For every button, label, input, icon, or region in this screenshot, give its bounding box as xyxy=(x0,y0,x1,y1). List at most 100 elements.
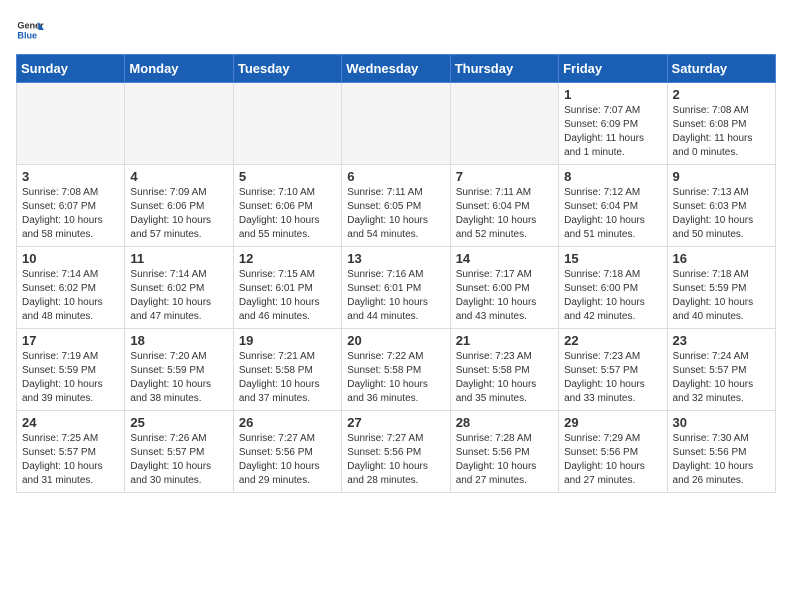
calendar-cell: 15 Sunrise: 7:18 AM Sunset: 6:00 PM Dayli… xyxy=(559,247,667,329)
day-info: Sunrise: 7:23 AM Sunset: 5:58 PM Dayligh… xyxy=(456,350,553,406)
day-number: 26 xyxy=(239,415,336,430)
logo: General Blue xyxy=(16,16,44,44)
day-number: 17 xyxy=(22,333,119,348)
day-info: Sunrise: 7:13 AM Sunset: 6:03 PM Dayligh… xyxy=(673,186,770,242)
day-info: Sunrise: 7:11 AM Sunset: 6:05 PM Dayligh… xyxy=(347,186,444,242)
day-number: 28 xyxy=(456,415,553,430)
day-info: Sunrise: 7:30 AM Sunset: 5:56 PM Dayligh… xyxy=(673,432,770,488)
day-number: 13 xyxy=(347,251,444,266)
weekday-header-row: SundayMondayTuesdayWednesdayThursdayFrid… xyxy=(17,55,776,83)
day-number: 6 xyxy=(347,169,444,184)
weekday-header: Thursday xyxy=(450,55,558,83)
weekday-header: Sunday xyxy=(17,55,125,83)
day-info: Sunrise: 7:18 AM Sunset: 6:00 PM Dayligh… xyxy=(564,268,661,324)
calendar-cell: 28Sunrise: 7:28 AM Sunset: 5:56 PM Dayli… xyxy=(450,411,558,493)
calendar-cell: 10Sunrise: 7:14 AM Sunset: 6:02 PM Dayli… xyxy=(17,247,125,329)
day-info: Sunrise: 7:09 AM Sunset: 6:06 PM Dayligh… xyxy=(130,186,227,242)
calendar-cell: 6 Sunrise: 7:11 AM Sunset: 6:05 PM Daylig… xyxy=(342,165,450,247)
day-info: Sunrise: 7:19 AM Sunset: 5:59 PM Dayligh… xyxy=(22,350,119,406)
day-info: Sunrise: 7:26 AM Sunset: 5:57 PM Dayligh… xyxy=(130,432,227,488)
day-info: Sunrise: 7:22 AM Sunset: 5:58 PM Dayligh… xyxy=(347,350,444,406)
weekday-header: Saturday xyxy=(667,55,775,83)
day-number: 21 xyxy=(456,333,553,348)
calendar-cell: 29 Sunrise: 7:29 AM Sunset: 5:56 PM Dayli… xyxy=(559,411,667,493)
day-info: Sunrise: 7:16 AM Sunset: 6:01 PM Dayligh… xyxy=(347,268,444,324)
calendar-week-row: 10 Sunrise: 7:14 AM Sunset: 6:02 PM Dayli… xyxy=(17,247,776,329)
calendar-cell xyxy=(450,83,558,165)
calendar-cell: 24 Sunrise: 7:25 AM Sunset: 5:57 PM Dayli… xyxy=(17,411,125,493)
day-info: Sunrise: 7:14 AM Sunset: 6:02 PM Dayligh… xyxy=(130,268,227,324)
day-number: 3 xyxy=(22,169,119,184)
calendar-cell: 12Sunrise: 7:15 AM Sunset: 6:01 PM Dayli… xyxy=(233,247,341,329)
day-number: 12 xyxy=(239,251,336,266)
calendar-cell: 19 Sunrise: 7:21 AM Sunset: 5:58 PM Dayli… xyxy=(233,329,341,411)
calendar-cell: 16 Sunrise: 7:18 AM Sunset: 5:59 PM Dayli… xyxy=(667,247,775,329)
weekday-header: Tuesday xyxy=(233,55,341,83)
calendar-cell: 21 Sunrise: 7:23 AM Sunset: 5:58 PM Dayli… xyxy=(450,329,558,411)
day-number: 29 xyxy=(564,415,661,430)
calendar-cell: 22 Sunrise: 7:23 AM Sunset: 5:57 PM Dayli… xyxy=(559,329,667,411)
calendar-cell xyxy=(17,83,125,165)
calendar-cell: 26 Sunrise: 7:27 AM Sunset: 5:56 PM Dayli… xyxy=(233,411,341,493)
calendar-week-row: 17 Sunrise: 7:19 AM Sunset: 5:59 PM Dayli… xyxy=(17,329,776,411)
calendar-cell: 14 Sunrise: 7:17 AM Sunset: 6:00 PM Dayli… xyxy=(450,247,558,329)
day-info: Sunrise: 7:18 AM Sunset: 5:59 PM Dayligh… xyxy=(673,268,770,324)
calendar-week-row: 3 Sunrise: 7:08 AM Sunset: 6:07 PM Daylig… xyxy=(17,165,776,247)
day-info: Sunrise: 7:21 AM Sunset: 5:58 PM Dayligh… xyxy=(239,350,336,406)
day-number: 7 xyxy=(456,169,553,184)
header: General Blue xyxy=(16,16,776,44)
day-number: 11 xyxy=(130,251,227,266)
calendar: SundayMondayTuesdayWednesdayThursdayFrid… xyxy=(16,54,776,493)
day-info: Sunrise: 7:12 AM Sunset: 6:04 PM Dayligh… xyxy=(564,186,661,242)
calendar-cell: 30 Sunrise: 7:30 AM Sunset: 5:56 PM Dayli… xyxy=(667,411,775,493)
day-info: Sunrise: 7:08 AM Sunset: 6:08 PM Dayligh… xyxy=(673,104,770,160)
day-info: Sunrise: 7:27 AM Sunset: 5:56 PM Dayligh… xyxy=(239,432,336,488)
day-info: Sunrise: 7:11 AM Sunset: 6:04 PM Dayligh… xyxy=(456,186,553,242)
calendar-cell: 25 Sunrise: 7:26 AM Sunset: 5:57 PM Dayli… xyxy=(125,411,233,493)
day-number: 8 xyxy=(564,169,661,184)
calendar-cell: 5 Sunrise: 7:10 AM Sunset: 6:06 PM Daylig… xyxy=(233,165,341,247)
calendar-cell xyxy=(125,83,233,165)
calendar-cell xyxy=(233,83,341,165)
day-number: 27 xyxy=(347,415,444,430)
day-info: Sunrise: 7:29 AM Sunset: 5:56 PM Dayligh… xyxy=(564,432,661,488)
calendar-cell: 7 Sunrise: 7:11 AM Sunset: 6:04 PM Daylig… xyxy=(450,165,558,247)
day-number: 25 xyxy=(130,415,227,430)
weekday-header: Friday xyxy=(559,55,667,83)
day-number: 1 xyxy=(564,87,661,102)
day-info: Sunrise: 7:27 AM Sunset: 5:56 PM Dayligh… xyxy=(347,432,444,488)
calendar-cell: 2 Sunrise: 7:08 AM Sunset: 6:08 PM Daylig… xyxy=(667,83,775,165)
calendar-cell xyxy=(342,83,450,165)
svg-text:Blue: Blue xyxy=(17,30,37,40)
day-number: 10 xyxy=(22,251,119,266)
calendar-cell: 11 Sunrise: 7:14 AM Sunset: 6:02 PM Dayli… xyxy=(125,247,233,329)
day-info: Sunrise: 7:24 AM Sunset: 5:57 PM Dayligh… xyxy=(673,350,770,406)
calendar-cell: 13 Sunrise: 7:16 AM Sunset: 6:01 PM Dayli… xyxy=(342,247,450,329)
day-number: 14 xyxy=(456,251,553,266)
day-number: 18 xyxy=(130,333,227,348)
day-number: 2 xyxy=(673,87,770,102)
day-number: 19 xyxy=(239,333,336,348)
day-number: 16 xyxy=(673,251,770,266)
calendar-cell: 27 Sunrise: 7:27 AM Sunset: 5:56 PM Dayli… xyxy=(342,411,450,493)
day-info: Sunrise: 7:23 AM Sunset: 5:57 PM Dayligh… xyxy=(564,350,661,406)
day-info: Sunrise: 7:08 AM Sunset: 6:07 PM Dayligh… xyxy=(22,186,119,242)
day-info: Sunrise: 7:25 AM Sunset: 5:57 PM Dayligh… xyxy=(22,432,119,488)
calendar-week-row: 24 Sunrise: 7:25 AM Sunset: 5:57 PM Dayli… xyxy=(17,411,776,493)
calendar-cell: 20Sunrise: 7:22 AM Sunset: 5:58 PM Dayli… xyxy=(342,329,450,411)
calendar-cell: 9Sunrise: 7:13 AM Sunset: 6:03 PM Daylig… xyxy=(667,165,775,247)
calendar-cell: 23Sunrise: 7:24 AM Sunset: 5:57 PM Dayli… xyxy=(667,329,775,411)
day-number: 22 xyxy=(564,333,661,348)
calendar-cell: 4Sunrise: 7:09 AM Sunset: 6:06 PM Daylig… xyxy=(125,165,233,247)
day-info: Sunrise: 7:10 AM Sunset: 6:06 PM Dayligh… xyxy=(239,186,336,242)
day-number: 15 xyxy=(564,251,661,266)
weekday-header: Wednesday xyxy=(342,55,450,83)
day-number: 24 xyxy=(22,415,119,430)
calendar-cell: 17 Sunrise: 7:19 AM Sunset: 5:59 PM Dayli… xyxy=(17,329,125,411)
day-info: Sunrise: 7:20 AM Sunset: 5:59 PM Dayligh… xyxy=(130,350,227,406)
day-number: 30 xyxy=(673,415,770,430)
weekday-header: Monday xyxy=(125,55,233,83)
calendar-cell: 8 Sunrise: 7:12 AM Sunset: 6:04 PM Daylig… xyxy=(559,165,667,247)
day-number: 5 xyxy=(239,169,336,184)
day-info: Sunrise: 7:17 AM Sunset: 6:00 PM Dayligh… xyxy=(456,268,553,324)
